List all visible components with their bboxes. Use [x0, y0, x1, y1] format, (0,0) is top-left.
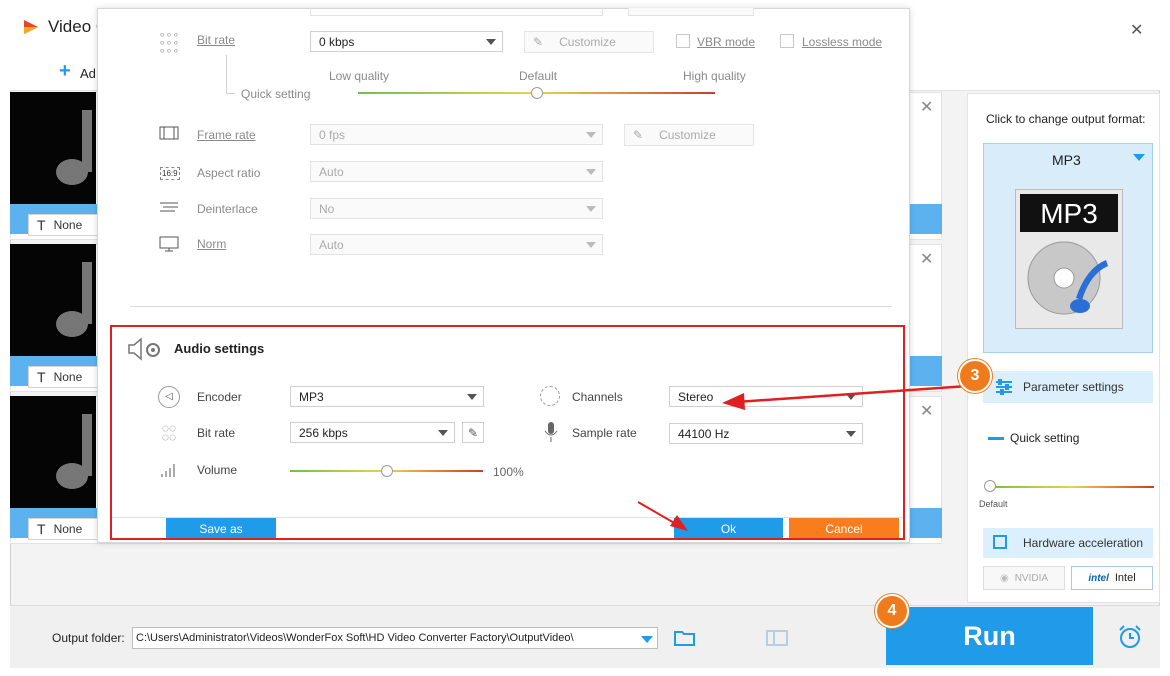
arrow-to-channels — [722, 384, 969, 410]
annotation-arrows — [637, 384, 969, 531]
arrow-to-ok — [637, 501, 688, 531]
step-3-badge: 3 — [958, 359, 992, 393]
